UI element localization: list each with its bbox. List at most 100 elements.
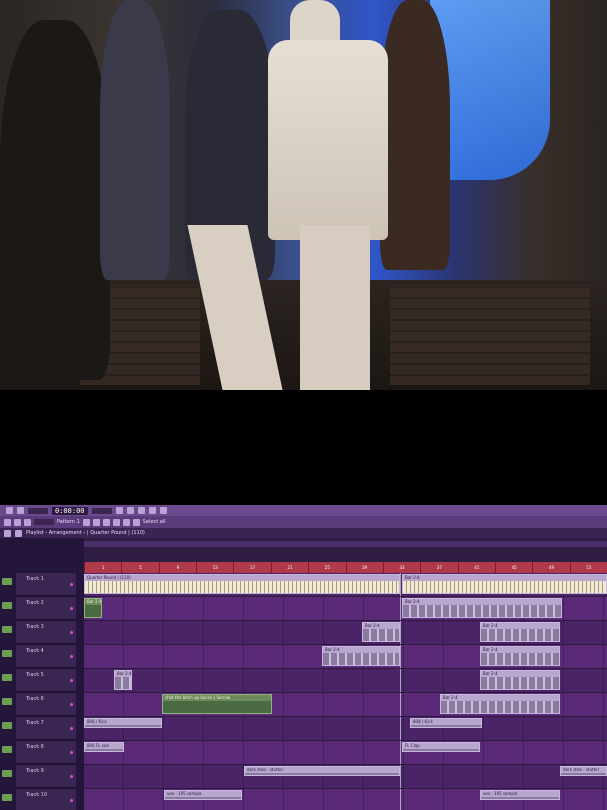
track-lane[interactable]: Bar 2-4 Bar 2-4	[84, 645, 607, 668]
playlist-clip[interactable]: vox - 105 sampla	[480, 790, 560, 800]
horizontal-scrollbar[interactable]	[84, 541, 607, 547]
brush-icon[interactable]	[14, 518, 21, 526]
clip-content	[403, 605, 561, 617]
track-mute-led[interactable]	[2, 602, 12, 609]
track-select-dot[interactable]	[70, 679, 73, 682]
menu-icon[interactable]	[6, 507, 13, 514]
playlist-clip[interactable]: Bar 2-4	[402, 598, 562, 618]
track-lane[interactable]: shot the bitch up bacon | Sorrow Bar 2-4	[84, 693, 607, 716]
clip-title: shot the bitch up bacon | Sorrow	[163, 695, 271, 701]
record-icon[interactable]	[17, 507, 24, 514]
track-label[interactable]: Track 6	[16, 693, 76, 716]
playlist-clip[interactable]: 808 FL sub	[84, 742, 124, 752]
snap-select[interactable]	[34, 519, 54, 525]
timeline-ruler[interactable]: 1 5 9 13 17 21 25 29 33 37 41 45 49 53	[84, 538, 607, 573]
playlist-clip[interactable]: FL Clap	[402, 742, 480, 752]
arrow-icon[interactable]	[4, 529, 11, 537]
track-label[interactable]: Track 3	[16, 621, 76, 644]
pattern-select[interactable]: Pattern 1	[57, 519, 80, 525]
playlist-clip[interactable]: Bar 2-4	[402, 574, 607, 594]
playlist-clip[interactable]: shot the bitch up bacon | Sorrow	[162, 694, 272, 714]
track-label[interactable]: Track 2	[16, 597, 76, 620]
playlist-clip[interactable]: Bar 2-4	[362, 622, 400, 642]
dancer-left	[0, 20, 110, 380]
playlist-clip[interactable]: dark stab - stutter	[244, 766, 400, 776]
track-lane[interactable]: dark stab - stutter dark stab - stutter	[84, 765, 607, 788]
track-mute-led[interactable]	[2, 650, 12, 657]
track-label[interactable]: Track 1	[16, 573, 76, 596]
track-select-dot[interactable]	[70, 655, 73, 658]
track-mute-led[interactable]	[2, 626, 12, 633]
clip-content	[403, 749, 479, 751]
playhead-marker	[400, 717, 401, 740]
playlist-icon[interactable]	[132, 518, 140, 526]
track-label[interactable]: Track 5	[16, 669, 76, 692]
plugin-icon[interactable]	[122, 518, 130, 526]
snap-icon[interactable]	[148, 507, 156, 514]
tempo-box[interactable]	[91, 507, 112, 514]
track-row: Track 10 vox - 105 sampla vox - 105 sampla	[0, 789, 607, 810]
playlist-clip[interactable]: Bar 2-4	[114, 670, 132, 690]
bar-tick: 29	[345, 562, 383, 573]
playlist-clip[interactable]: dark stab - stutter	[560, 766, 607, 776]
playlist-clip[interactable]: Bar 2-4	[480, 670, 560, 690]
bar-numbers[interactable]: 1 5 9 13 17 21 25 29 33 37 41 45 49 53	[84, 562, 607, 573]
delete-icon[interactable]	[24, 518, 31, 526]
track-select-dot[interactable]	[70, 607, 73, 610]
playhead-marker	[400, 741, 401, 764]
track-mute-led[interactable]	[2, 770, 12, 777]
track-mute-led[interactable]	[2, 698, 12, 705]
clip-content	[481, 677, 559, 689]
track-select-dot[interactable]	[70, 751, 73, 754]
metronome-icon[interactable]	[137, 507, 145, 514]
track-mute-led[interactable]	[2, 674, 12, 681]
bar-tick: 5	[121, 562, 158, 573]
playhead-marker	[400, 621, 401, 644]
track-lane[interactable]: 808 FL sub FL Clap	[84, 741, 607, 764]
playlist-clip[interactable]: Bar 2-4	[480, 646, 560, 666]
pencil-icon[interactable]	[4, 518, 11, 526]
browser-icon[interactable]	[112, 518, 120, 526]
track-select-dot[interactable]	[70, 703, 73, 706]
track-select-dot[interactable]	[70, 775, 73, 778]
track-lane[interactable]: vox - 105 sampla vox - 105 sampla	[84, 789, 607, 810]
track-lane[interactable]: Bar 2-4 Bar 2-4	[84, 669, 607, 692]
playlist-clip[interactable]: Bar 2-4	[84, 598, 102, 618]
playlist-clip[interactable]: 808 / Kick	[84, 718, 162, 728]
track-select-dot[interactable]	[70, 583, 73, 586]
track-label[interactable]: Track 7	[16, 717, 76, 740]
playlist-clip[interactable]: Bar 2-4	[480, 622, 560, 642]
track-lane[interactable]: Bar 2-4 Bar 2-4	[84, 597, 607, 620]
track-label[interactable]: Track 9	[16, 765, 76, 788]
track-label[interactable]: Track 8	[16, 741, 76, 764]
clip-title: Bar 2-4	[115, 671, 131, 677]
track-label[interactable]: Track 4	[16, 645, 76, 668]
track-lane[interactable]: 808 / Kick 808 / Kick	[84, 717, 607, 740]
piano-roll-icon[interactable]	[102, 518, 110, 526]
track-lane[interactable]: Quarter Pound | (110) Bar 2-4	[84, 573, 607, 596]
track-mute-led[interactable]	[2, 578, 12, 585]
playlist-clip[interactable]: Bar 2-4	[322, 646, 400, 666]
track-select-dot[interactable]	[70, 631, 73, 634]
track-row: Track 3 Bar 2-4 Bar 2-4	[0, 621, 607, 645]
track-lane[interactable]: Bar 2-4 Bar 2-4	[84, 621, 607, 644]
track-mute-led[interactable]	[2, 794, 12, 801]
track-mute-led[interactable]	[2, 722, 12, 729]
channel-rack-icon[interactable]	[92, 518, 100, 526]
track-select-dot[interactable]	[70, 799, 73, 802]
playlist-clip[interactable]: 808 / Kick	[410, 718, 482, 728]
track-select-dot[interactable]	[70, 727, 73, 730]
track-mute-led[interactable]	[2, 746, 12, 753]
mixer-icon[interactable]	[82, 518, 90, 526]
letterbox-bar	[0, 390, 607, 505]
playlist-clip[interactable]: Quarter Pound | (110)	[84, 574, 400, 594]
playlist-clip[interactable]: Bar 2-4	[440, 694, 560, 714]
playlist-clip[interactable]: vox - 105 sampla	[164, 790, 242, 800]
zoom-icon[interactable]	[15, 529, 22, 537]
double-bass	[380, 0, 450, 270]
pattern-mode[interactable]	[28, 507, 48, 514]
clip-content	[481, 797, 559, 799]
stop-icon[interactable]	[126, 507, 134, 514]
play-icon[interactable]	[115, 507, 123, 514]
track-label[interactable]: Track 10	[16, 789, 76, 810]
